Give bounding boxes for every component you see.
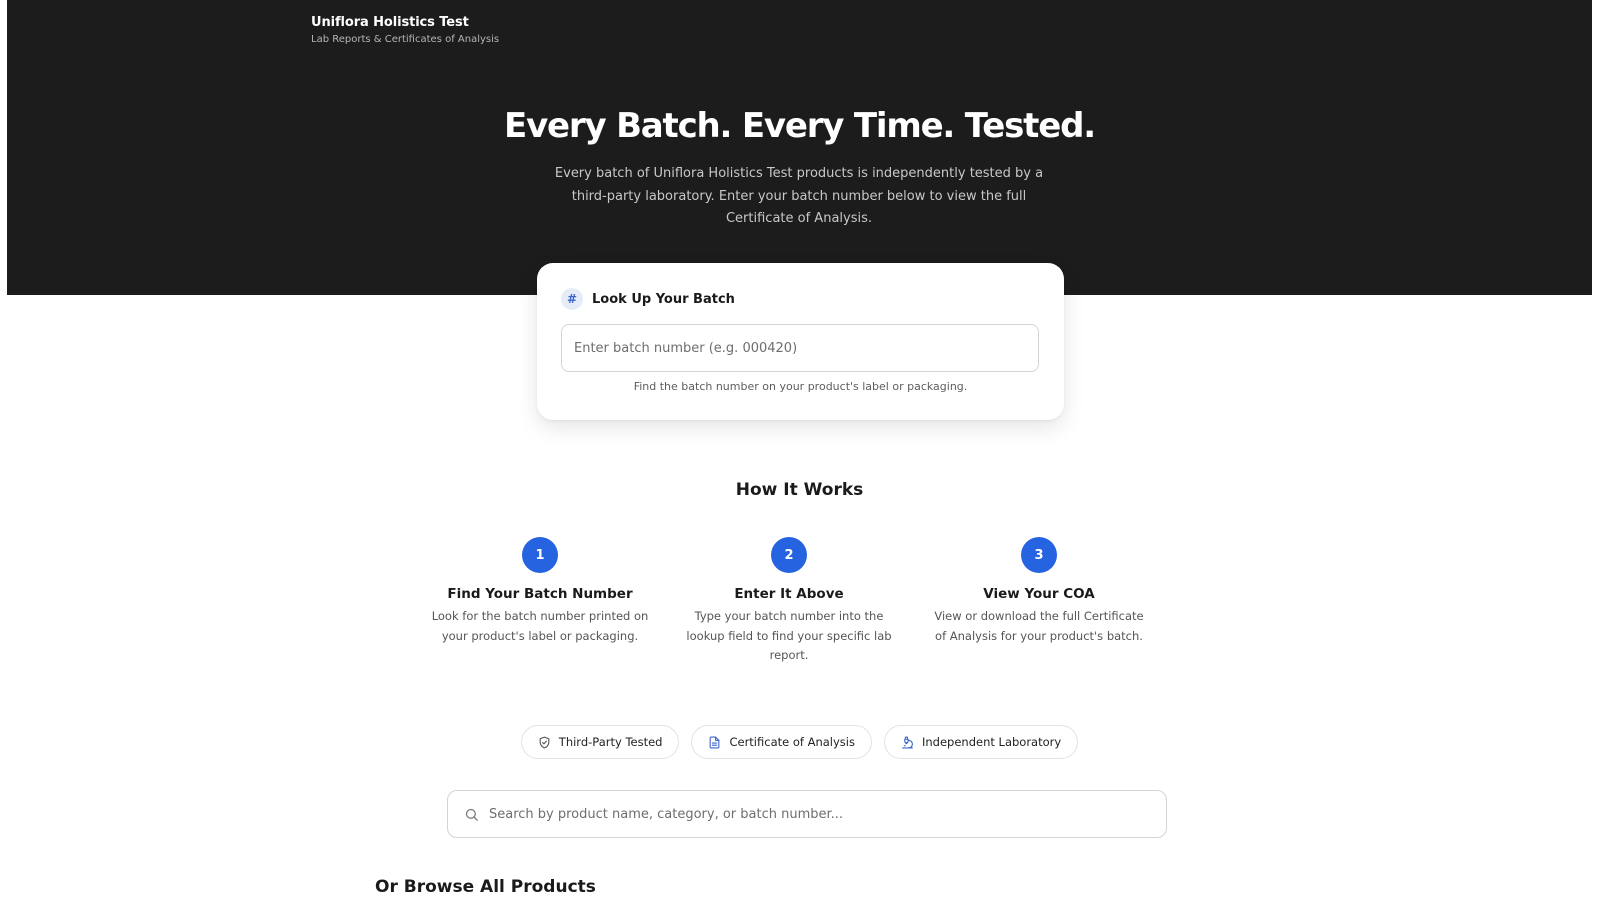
hero-description: Every batch of Uniflora Holistics Test p… [554,166,1044,226]
step-description: Look for the batch number printed on you… [431,609,649,643]
hero-section: Uniflora Holistics Test Lab Reports & Ce… [7,0,1592,295]
batch-number-input[interactable] [561,324,1039,372]
badge-certificate-of-analysis: Certificate of Analysis [691,725,872,759]
step-2: 2 Enter It Above Type your batch number … [669,537,909,666]
brand-subtitle: Lab Reports & Certificates of Analysis [311,34,500,45]
step-1: 1 Find Your Batch Number Look for the ba… [420,537,660,646]
browse-products-title: Or Browse All Products [375,877,596,897]
badge-label: Independent Laboratory [921,735,1062,749]
hash-icon: # [561,288,583,310]
step-title: Find Your Batch Number [447,586,633,602]
shield-check-icon [539,736,550,748]
product-search-input[interactable] [489,806,1129,822]
document-icon [710,736,720,748]
badge-independent-laboratory: Independent Laboratory [883,725,1079,759]
step-title: View Your COA [983,586,1095,602]
brand-name: Uniflora Holistics Test [311,15,469,30]
page: Uniflora Holistics Test Lab Reports & Ce… [7,0,1592,900]
hero-title: Every Batch. Every Time. Tested. [504,106,1096,146]
badge-third-party-tested: Third-Party Tested [520,725,680,759]
step-number-badge: 1 [522,537,558,573]
step-title: Enter It Above [734,586,844,602]
microscope-icon [902,736,913,748]
lookup-header: # Look Up Your Batch [561,288,735,310]
brand[interactable]: Uniflora Holistics Test Lab Reports & Ce… [311,14,499,46]
step-number-badge: 3 [1021,537,1057,573]
step-3: 3 View Your COA View or download the ful… [919,537,1159,646]
trust-badges: Third-Party Tested Certificate of Analys… [7,725,1592,759]
batch-lookup-card: # Look Up Your Batch Find the batch numb… [537,263,1064,420]
step-description: Type your batch number into the lookup f… [686,609,892,662]
step-number-badge: 2 [771,537,807,573]
badge-label: Third-Party Tested [558,735,663,749]
how-it-works-title: How It Works [735,480,864,500]
lookup-title: Look Up Your Batch [592,291,735,307]
product-search-box[interactable] [447,790,1167,838]
step-description: View or download the full Certificate of… [934,609,1144,643]
lookup-hint: Find the batch number on your product's … [633,380,968,393]
badge-label: Certificate of Analysis [729,735,855,749]
search-icon [465,808,478,821]
